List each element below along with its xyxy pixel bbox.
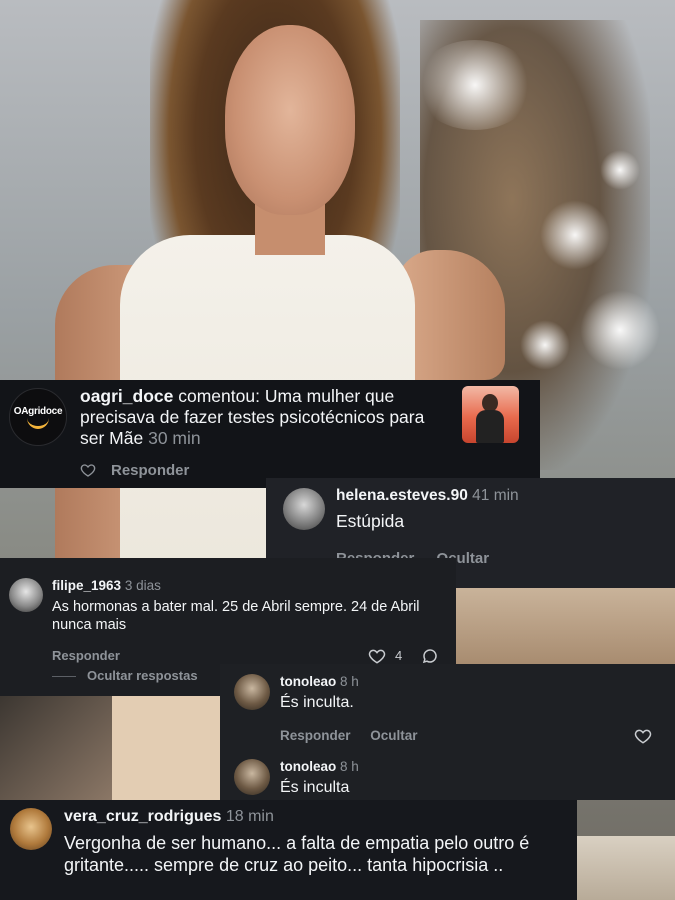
background-strip (0, 690, 112, 800)
heart-icon[interactable] (80, 462, 96, 478)
comment-body: És inculta (280, 779, 350, 796)
comment-time: 3 dias (124, 578, 161, 593)
comment-header: helena.esteves.90 41 min (336, 487, 519, 505)
comment-username[interactable]: helena.esteves.90 (336, 487, 468, 504)
comment-verb: comentou: (178, 386, 260, 406)
bokeh-light (540, 200, 610, 270)
bokeh-light (520, 320, 570, 370)
heart-icon[interactable] (368, 647, 386, 665)
comment-time: 8 h (340, 759, 359, 774)
bokeh-light (415, 40, 535, 130)
comment-body: As hormonas a bater mal. 25 de Abril sem… (52, 599, 420, 633)
comment-username[interactable]: oagri_doce (80, 386, 173, 406)
comment-body: És inculta. (280, 694, 354, 711)
comment-card: tonoleao 8 h És inculta. Responder Ocult… (220, 664, 675, 800)
like-count: 4 (395, 648, 403, 663)
comment-card: OAgridoce oagri_doce comentou: Uma mulhe… (0, 380, 540, 488)
comment-header: vera_cruz_rodrigues 18 min (64, 808, 274, 826)
background-strip (456, 588, 675, 664)
reply-button[interactable]: Responder (111, 462, 189, 479)
reply-button[interactable]: Responder (280, 728, 351, 743)
comment-username[interactable]: filipe_1963 (52, 578, 121, 593)
avatar[interactable] (234, 674, 270, 710)
comment-time: 8 h (340, 674, 359, 689)
comment-username[interactable]: tonoleao (280, 674, 336, 689)
avatar[interactable] (234, 759, 270, 795)
reply-button[interactable]: Responder (52, 648, 120, 663)
woman-skirt (110, 695, 220, 805)
comment-time: 41 min (472, 487, 519, 504)
comment-text: oagri_doce comentou: Uma mulher que prec… (80, 386, 450, 449)
avatar[interactable] (283, 488, 325, 530)
hide-button[interactable]: Ocultar (370, 728, 417, 743)
comment-time: 30 min (148, 428, 201, 448)
comment-header: tonoleao 8 h (280, 674, 359, 689)
smile-logo-icon (27, 418, 49, 429)
background-strip (577, 836, 675, 900)
reply-bubble-icon[interactable] (421, 647, 439, 665)
comment-actions: Responder Ocultar (280, 728, 418, 743)
comment-username[interactable]: tonoleao (280, 759, 336, 774)
avatar[interactable] (9, 578, 43, 612)
comment-username[interactable]: vera_cruz_rodrigues (64, 808, 221, 825)
post-thumbnail[interactable] (462, 386, 519, 443)
avatar-logo-text: OAgridoce (13, 405, 63, 417)
avatar[interactable] (10, 808, 52, 850)
comment-header: tonoleao 8 h (280, 759, 359, 774)
comment-card: vera_cruz_rodrigues 18 min Vergonha de s… (0, 800, 577, 900)
comment-time: 18 min (225, 808, 274, 825)
divider (52, 676, 76, 677)
comment-body: Estúpida (336, 511, 405, 531)
woman-face (225, 25, 355, 215)
hide-replies-button[interactable]: Ocultar respostas (87, 668, 198, 683)
comment-body: Vergonha de ser humano... a falta de emp… (64, 833, 530, 875)
avatar[interactable]: OAgridoce (9, 388, 67, 446)
heart-icon[interactable] (634, 727, 652, 745)
bokeh-light (600, 150, 640, 190)
thumbnail-person-body (476, 410, 504, 443)
bokeh-light (580, 290, 660, 370)
comment-header: filipe_1963 3 dias (52, 578, 161, 593)
